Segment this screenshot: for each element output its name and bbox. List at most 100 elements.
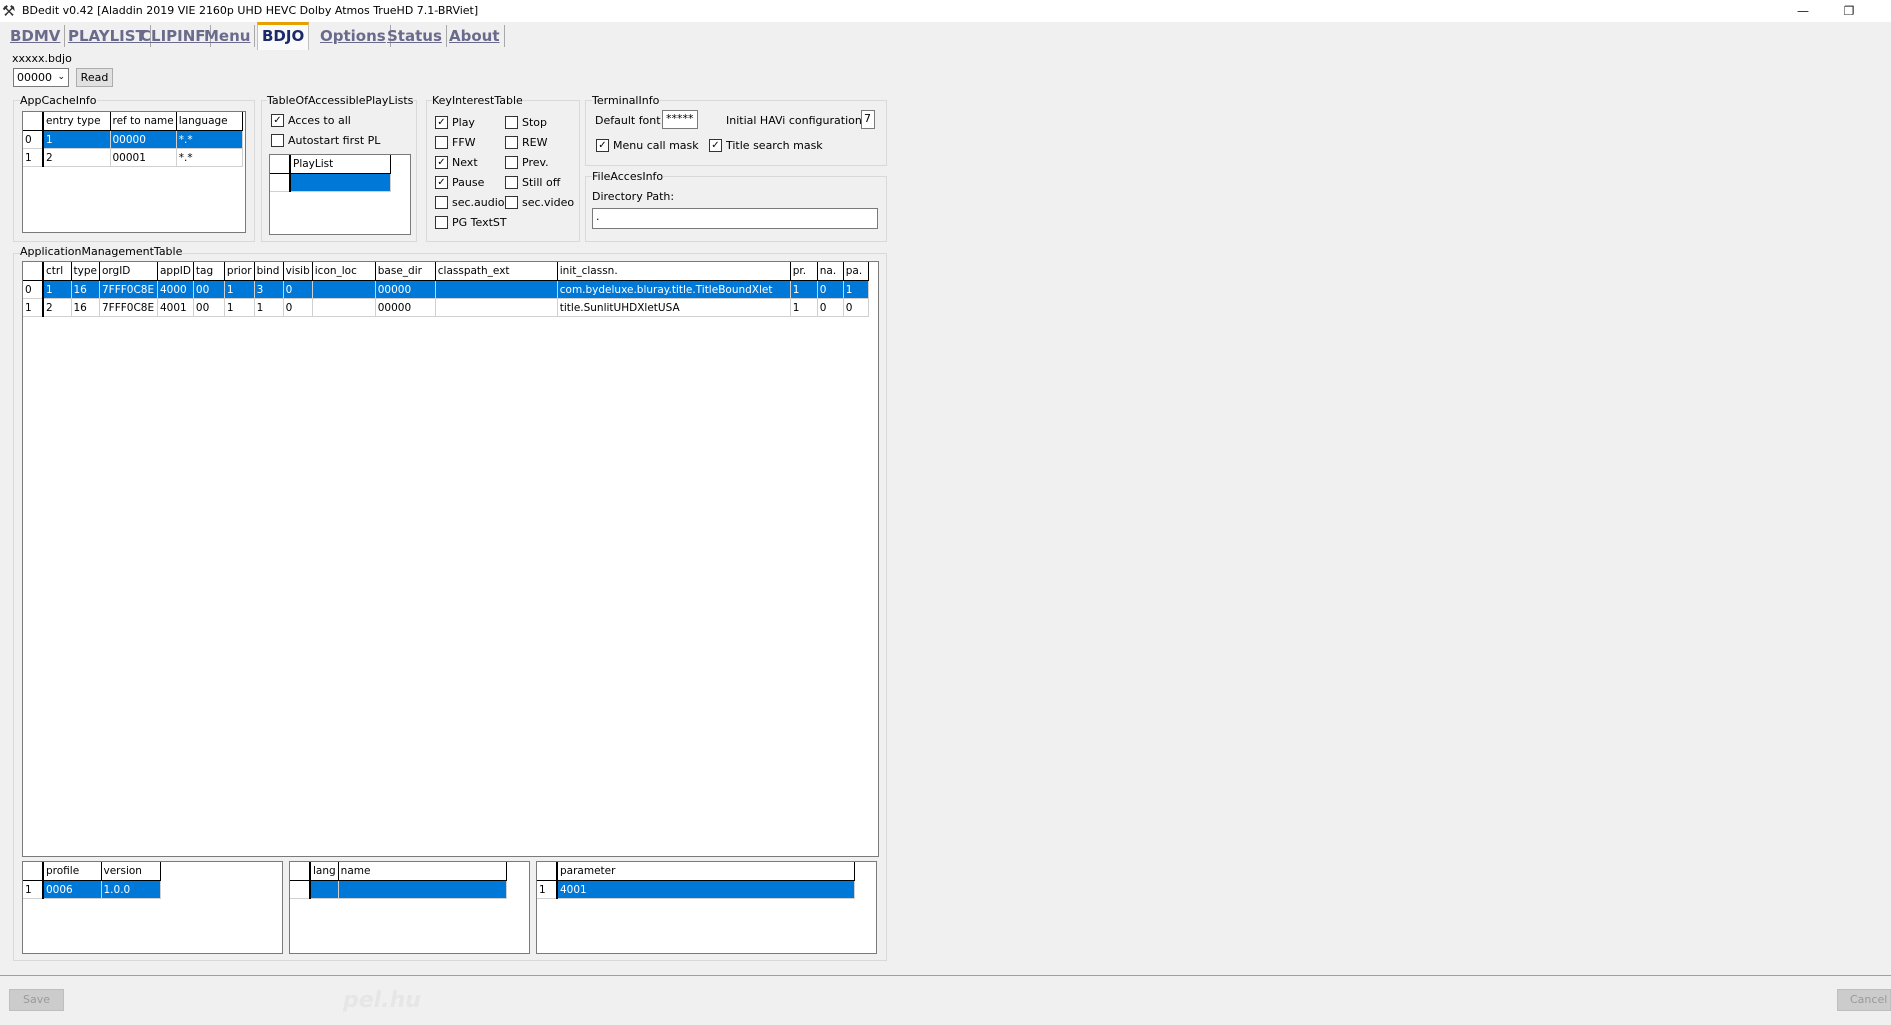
- cell[interactable]: 00: [193, 280, 225, 299]
- column-header[interactable]: prior: [224, 262, 255, 281]
- cell[interactable]: [338, 880, 507, 899]
- cell[interactable]: 0006: [43, 880, 102, 899]
- tab-status[interactable]: Status: [383, 25, 447, 47]
- row-header[interactable]: 1: [23, 298, 44, 317]
- cell[interactable]: 1: [790, 280, 818, 299]
- cell[interactable]: *.*: [176, 148, 243, 167]
- column-header[interactable]: pr.: [790, 262, 818, 281]
- cell[interactable]: [435, 280, 558, 299]
- cell[interactable]: com.bydeluxe.bluray.title.TitleBoundXlet: [557, 280, 791, 299]
- cell[interactable]: 7FFF0C8E: [99, 280, 158, 299]
- column-header[interactable]: name: [338, 862, 507, 881]
- cell[interactable]: 00000: [110, 130, 177, 149]
- cell[interactable]: 4000: [157, 280, 194, 299]
- cell[interactable]: [435, 298, 558, 317]
- cell[interactable]: 0: [843, 298, 869, 317]
- checkbox-box[interactable]: [505, 195, 518, 209]
- key-play-checkbox[interactable]: ✓ Play: [435, 115, 475, 130]
- cell[interactable]: 3: [254, 280, 284, 299]
- checkbox-box[interactable]: ✓: [435, 155, 448, 169]
- parameter-grid[interactable]: parameter 1 4001: [536, 861, 877, 954]
- cell[interactable]: 7FFF0C8E: [99, 298, 158, 317]
- cell[interactable]: 1: [224, 280, 255, 299]
- cell[interactable]: 0: [817, 280, 844, 299]
- cell[interactable]: 1: [43, 280, 72, 299]
- checkbox-box[interactable]: [505, 155, 518, 169]
- cell[interactable]: 00000: [375, 280, 436, 299]
- cell[interactable]: [290, 173, 391, 192]
- row-header[interactable]: 0: [23, 280, 44, 299]
- column-header[interactable]: base_dir: [375, 262, 436, 281]
- directory-path-field[interactable]: .: [592, 208, 878, 229]
- column-header[interactable]: PlayList: [290, 155, 391, 174]
- column-header[interactable]: pa.: [843, 262, 869, 281]
- row-header[interactable]: 0: [23, 130, 44, 149]
- checkbox-box[interactable]: [435, 195, 448, 209]
- cell[interactable]: 16: [71, 298, 100, 317]
- autostart-checkbox[interactable]: Autostart first PL: [271, 133, 380, 148]
- key-stop-checkbox[interactable]: Stop: [505, 115, 547, 130]
- column-header[interactable]: bind: [254, 262, 284, 281]
- key-next-checkbox[interactable]: ✓ Next: [435, 155, 478, 170]
- cell[interactable]: 4001: [557, 880, 855, 899]
- table-row[interactable]: 1 2 16 7FFF0C8E 4001 00 1 1 0 00000 titl…: [23, 298, 869, 317]
- checkbox-box[interactable]: ✓: [709, 138, 722, 152]
- column-header[interactable]: tag: [193, 262, 225, 281]
- checkbox-box[interactable]: [435, 215, 448, 229]
- column-header[interactable]: lang: [310, 862, 339, 881]
- key-sec-video-checkbox[interactable]: sec.video: [505, 195, 574, 210]
- tab-menu[interactable]: Menu: [200, 25, 256, 47]
- access-all-checkbox[interactable]: ✓ Acces to all: [271, 113, 351, 128]
- cell[interactable]: [310, 880, 339, 899]
- cell[interactable]: 1: [224, 298, 255, 317]
- cell[interactable]: 1: [843, 280, 869, 299]
- checkbox-box[interactable]: [505, 135, 518, 149]
- key-pause-checkbox[interactable]: ✓ Pause: [435, 175, 484, 190]
- cell[interactable]: 1.0.0: [101, 880, 161, 899]
- cell[interactable]: 00: [193, 298, 225, 317]
- cell[interactable]: 0: [817, 298, 844, 317]
- checkbox-box[interactable]: ✓: [435, 115, 448, 129]
- cell[interactable]: title.SunlitUHDXletUSA: [557, 298, 791, 317]
- column-header[interactable]: ctrl: [43, 262, 72, 281]
- row-header[interactable]: [290, 880, 311, 899]
- key-ffw-checkbox[interactable]: FFW: [435, 135, 476, 150]
- cell[interactable]: [312, 280, 376, 299]
- checkbox-box[interactable]: [271, 133, 284, 147]
- row-header[interactable]: 1: [537, 880, 558, 899]
- cancel-button[interactable]: Cancel: [1837, 989, 1891, 1011]
- checkbox-box[interactable]: [435, 135, 448, 149]
- cell[interactable]: 16: [71, 280, 100, 299]
- cell[interactable]: 1: [254, 298, 284, 317]
- table-row[interactable]: 1 0006 1.0.0: [23, 880, 161, 899]
- column-header[interactable]: icon_loc: [312, 262, 376, 281]
- bdjo-file-select[interactable]: 00000 ⌄: [13, 68, 69, 87]
- tab-bdmv[interactable]: BDMV: [6, 25, 66, 47]
- column-header[interactable]: version: [101, 862, 161, 881]
- key-still-off-checkbox[interactable]: Still off: [505, 175, 560, 190]
- minimize-button[interactable]: —: [1780, 0, 1826, 22]
- menu-call-mask-checkbox[interactable]: ✓ Menu call mask: [596, 138, 699, 153]
- table-row[interactable]: 1 4001: [537, 880, 855, 899]
- column-header[interactable]: init_classn.: [557, 262, 791, 281]
- column-header[interactable]: orgID: [99, 262, 158, 281]
- save-button[interactable]: Save: [9, 989, 64, 1011]
- table-row[interactable]: 1 2 00001 *.*: [23, 148, 243, 167]
- cell[interactable]: 2: [43, 148, 111, 167]
- key-pg-textst-checkbox[interactable]: PG TextST: [435, 215, 507, 230]
- table-row[interactable]: 0 1 16 7FFF0C8E 4000 00 1 3 0 00000 com.…: [23, 280, 869, 299]
- app-management-grid[interactable]: ctrl type orgID appID tag prior bind vis…: [22, 261, 879, 857]
- row-header[interactable]: 1: [23, 880, 44, 899]
- name-grid[interactable]: lang name: [289, 861, 530, 954]
- checkbox-box[interactable]: [505, 115, 518, 129]
- column-header[interactable]: parameter: [557, 862, 855, 881]
- key-rew-checkbox[interactable]: REW: [505, 135, 547, 150]
- checkbox-box[interactable]: ✓: [271, 113, 284, 127]
- column-header[interactable]: language: [176, 112, 243, 131]
- column-header[interactable]: appID: [157, 262, 194, 281]
- cell[interactable]: 00001: [110, 148, 177, 167]
- column-header[interactable]: entry type: [43, 112, 111, 131]
- cell[interactable]: [312, 298, 376, 317]
- row-header[interactable]: [270, 173, 291, 192]
- cell[interactable]: *.*: [176, 130, 243, 149]
